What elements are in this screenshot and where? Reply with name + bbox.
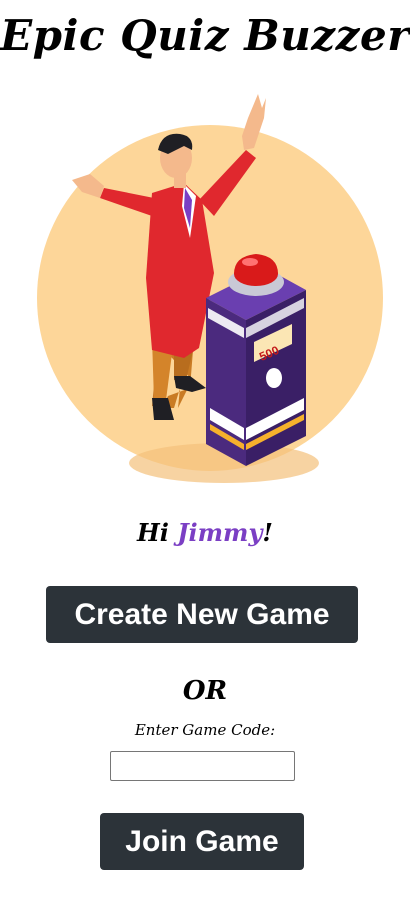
game-code-input[interactable] xyxy=(110,751,295,781)
user-name: Jimmy xyxy=(177,518,263,547)
game-code-label: Enter Game Code: xyxy=(134,721,276,739)
join-game-button[interactable]: Join Game xyxy=(100,813,304,870)
greeting: Hi Jimmy! xyxy=(0,518,410,547)
page-title: Epic Quiz Buzzer xyxy=(0,11,410,60)
create-new-game-button[interactable]: Create New Game xyxy=(46,586,358,643)
or-divider: OR xyxy=(182,676,228,706)
greeting-suffix: ! xyxy=(262,518,273,547)
greeting-prefix: Hi xyxy=(137,518,178,547)
hero-illustration: 500 xyxy=(37,94,383,483)
